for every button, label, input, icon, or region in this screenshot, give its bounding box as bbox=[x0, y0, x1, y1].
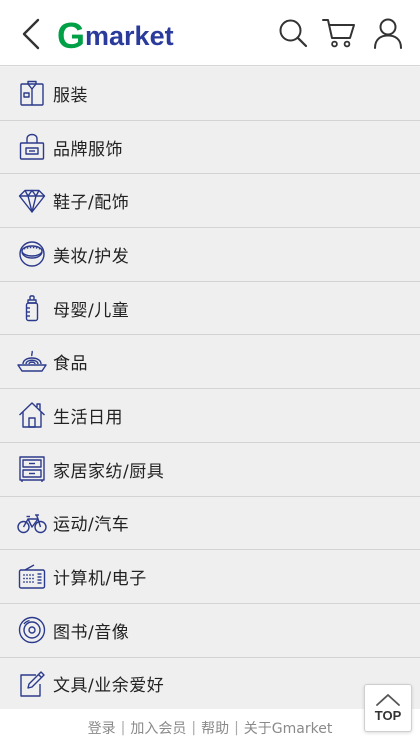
footer-links: 登录 | 加入会员 | 帮助 | 关于Gmarket bbox=[0, 709, 420, 747]
menu-item-food[interactable]: 食品 bbox=[0, 335, 420, 390]
house-icon bbox=[17, 400, 47, 430]
menu-item-books-media[interactable]: 图书/音像 bbox=[0, 603, 420, 658]
pencil-icon bbox=[17, 669, 47, 699]
user-icon bbox=[374, 18, 402, 49]
food-bowl-icon bbox=[17, 347, 47, 377]
search-button[interactable] bbox=[276, 16, 310, 50]
top-label: TOP bbox=[374, 708, 402, 723]
shirt-icon bbox=[17, 78, 47, 108]
chevron-up-icon bbox=[376, 694, 400, 706]
menu-item-shoes-accessories[interactable]: 鞋子/配饰 bbox=[0, 174, 420, 229]
scroll-top-button[interactable]: TOP bbox=[364, 684, 412, 732]
back-icon bbox=[22, 18, 40, 50]
cart-icon bbox=[322, 19, 355, 48]
separator: | bbox=[120, 720, 126, 736]
category-menu: 服装 品牌服饰 鞋子/配饰 美妆/护发 母婴/儿童 食品 生活日用 家居家纺/厨… bbox=[0, 67, 420, 712]
compact-icon bbox=[17, 239, 47, 269]
menu-item-label: 家居家纺/厨具 bbox=[53, 461, 165, 482]
disc-icon bbox=[17, 615, 47, 645]
login-link[interactable]: 登录 bbox=[88, 718, 116, 738]
menu-item-label: 鞋子/配饰 bbox=[53, 193, 130, 214]
top-header: G market bbox=[0, 0, 420, 66]
menu-item-computers-electronics[interactable]: 计算机/电子 bbox=[0, 550, 420, 604]
account-button[interactable] bbox=[371, 16, 405, 50]
join-link[interactable]: 加入会员 bbox=[130, 718, 186, 738]
about-link[interactable]: 关于Gmarket bbox=[244, 718, 333, 738]
cabinet-icon bbox=[17, 454, 47, 484]
logo-g: G bbox=[57, 15, 85, 56]
menu-item-label: 生活日用 bbox=[53, 407, 123, 428]
menu-item-clothing[interactable]: 服装 bbox=[0, 67, 420, 121]
menu-item-stationery-hobbies[interactable]: 文具/业余爱好 bbox=[0, 657, 420, 712]
baby-bottle-icon bbox=[17, 293, 47, 323]
menu-item-home-kitchen[interactable]: 家居家纺/厨具 bbox=[0, 442, 420, 497]
menu-item-brand-apparel[interactable]: 品牌服饰 bbox=[0, 120, 420, 175]
help-link[interactable]: 帮助 bbox=[201, 718, 229, 738]
search-icon bbox=[279, 19, 308, 48]
menu-item-label: 品牌服饰 bbox=[53, 139, 123, 160]
diamond-icon bbox=[17, 186, 47, 216]
menu-item-beauty-hair[interactable]: 美妆/护发 bbox=[0, 228, 420, 282]
menu-item-label: 运动/汽车 bbox=[53, 515, 130, 536]
menu-item-label: 食品 bbox=[53, 354, 88, 375]
separator: | bbox=[234, 720, 239, 736]
logo-market: market bbox=[85, 21, 174, 51]
back-button[interactable] bbox=[14, 14, 48, 54]
menu-item-label: 图书/音像 bbox=[53, 622, 130, 643]
menu-item-baby-kids[interactable]: 母婴/儿童 bbox=[0, 281, 420, 336]
bicycle-icon bbox=[17, 508, 47, 538]
bag-icon bbox=[17, 132, 47, 162]
menu-item-label: 文具/业余爱好 bbox=[53, 676, 165, 697]
cart-button[interactable] bbox=[322, 16, 356, 50]
menu-item-label: 美妆/护发 bbox=[53, 246, 130, 267]
separator: | bbox=[191, 720, 197, 736]
menu-item-label: 计算机/电子 bbox=[53, 569, 147, 590]
menu-item-daily-living[interactable]: 生活日用 bbox=[0, 389, 420, 443]
menu-item-label: 服装 bbox=[53, 85, 88, 106]
menu-item-sports-auto[interactable]: 运动/汽车 bbox=[0, 496, 420, 551]
radio-icon bbox=[17, 562, 47, 592]
gmarket-logo[interactable]: G market bbox=[57, 14, 174, 54]
menu-item-label: 母婴/儿童 bbox=[53, 300, 130, 321]
